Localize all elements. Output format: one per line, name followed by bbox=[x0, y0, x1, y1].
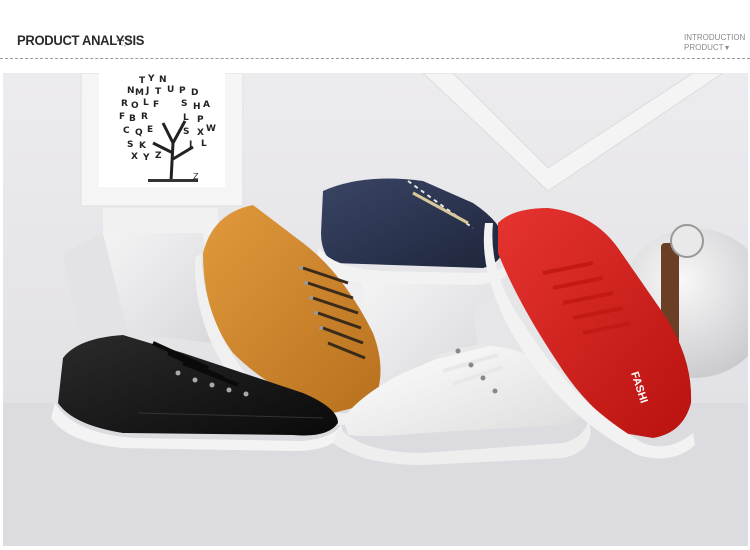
intro-line-2: PRODUCT▼ bbox=[684, 43, 746, 54]
svg-text:C: C bbox=[123, 126, 130, 136]
svg-text:Q: Q bbox=[135, 128, 143, 138]
svg-text:X: X bbox=[197, 128, 204, 138]
product-photo-illustration: TYN NMJTUPD ROLFSHA FBRLP CQESXW SKJL XY… bbox=[3, 73, 748, 546]
intro-line-1: INTRODUCTION bbox=[684, 33, 746, 42]
intro-line-2-text: PRODUCT bbox=[684, 43, 724, 52]
svg-text:L: L bbox=[201, 139, 207, 149]
svg-text:P: P bbox=[197, 115, 204, 125]
chevron-down-icon: ▼ bbox=[723, 45, 731, 52]
svg-text:T: T bbox=[139, 76, 146, 86]
svg-text:M: M bbox=[135, 88, 144, 98]
svg-text:H: H bbox=[193, 102, 201, 112]
svg-text:F: F bbox=[153, 100, 159, 110]
svg-text:N: N bbox=[159, 75, 167, 85]
intro-link[interactable]: INTRODUCTION PRODUCT▼ bbox=[684, 33, 746, 54]
svg-text:O: O bbox=[131, 101, 139, 111]
svg-text:S: S bbox=[127, 140, 133, 150]
svg-text:L: L bbox=[143, 98, 149, 108]
svg-text:D: D bbox=[191, 88, 198, 98]
svg-text:R: R bbox=[141, 112, 148, 122]
svg-text:T: T bbox=[155, 87, 162, 97]
svg-text:W: W bbox=[206, 124, 216, 134]
svg-text:Z: Z bbox=[155, 151, 162, 161]
svg-text:Y: Y bbox=[147, 74, 155, 84]
svg-text:S: S bbox=[183, 127, 189, 137]
svg-text:N: N bbox=[127, 86, 135, 96]
svg-text:S: S bbox=[181, 99, 187, 109]
svg-text:E: E bbox=[147, 125, 153, 135]
svg-text:L: L bbox=[183, 113, 189, 123]
svg-text:F: F bbox=[119, 112, 125, 122]
dashed-divider bbox=[0, 58, 750, 59]
picture-frame: TYN NMJTUPD ROLFSHA FBRLP CQESXW SKJL XY… bbox=[80, 73, 244, 207]
product-photo: TYN NMJTUPD ROLFSHA FBRLP CQESXW SKJL XY… bbox=[3, 73, 748, 546]
svg-text:A: A bbox=[203, 100, 210, 110]
svg-text:J: J bbox=[188, 140, 192, 150]
svg-text:X: X bbox=[131, 152, 138, 162]
product-analysis-page: PRODUCT ANALYSIS ꟷ꙰ ꜜ INTRODUCTION PRODU… bbox=[0, 0, 750, 550]
svg-text:J: J bbox=[145, 86, 149, 96]
subtitle-mark: ꟷ꙰ ꜜ bbox=[117, 37, 133, 47]
section-header: PRODUCT ANALYSIS ꟷ꙰ ꜜ INTRODUCTION PRODU… bbox=[0, 0, 750, 58]
svg-text:P: P bbox=[179, 86, 186, 96]
svg-text:B: B bbox=[129, 114, 136, 124]
svg-text:K: K bbox=[139, 141, 147, 151]
svg-text:R: R bbox=[121, 99, 128, 109]
frame-corner-letter: Z bbox=[193, 172, 199, 181]
svg-text:Y: Y bbox=[142, 153, 150, 163]
svg-text:U: U bbox=[167, 85, 174, 95]
